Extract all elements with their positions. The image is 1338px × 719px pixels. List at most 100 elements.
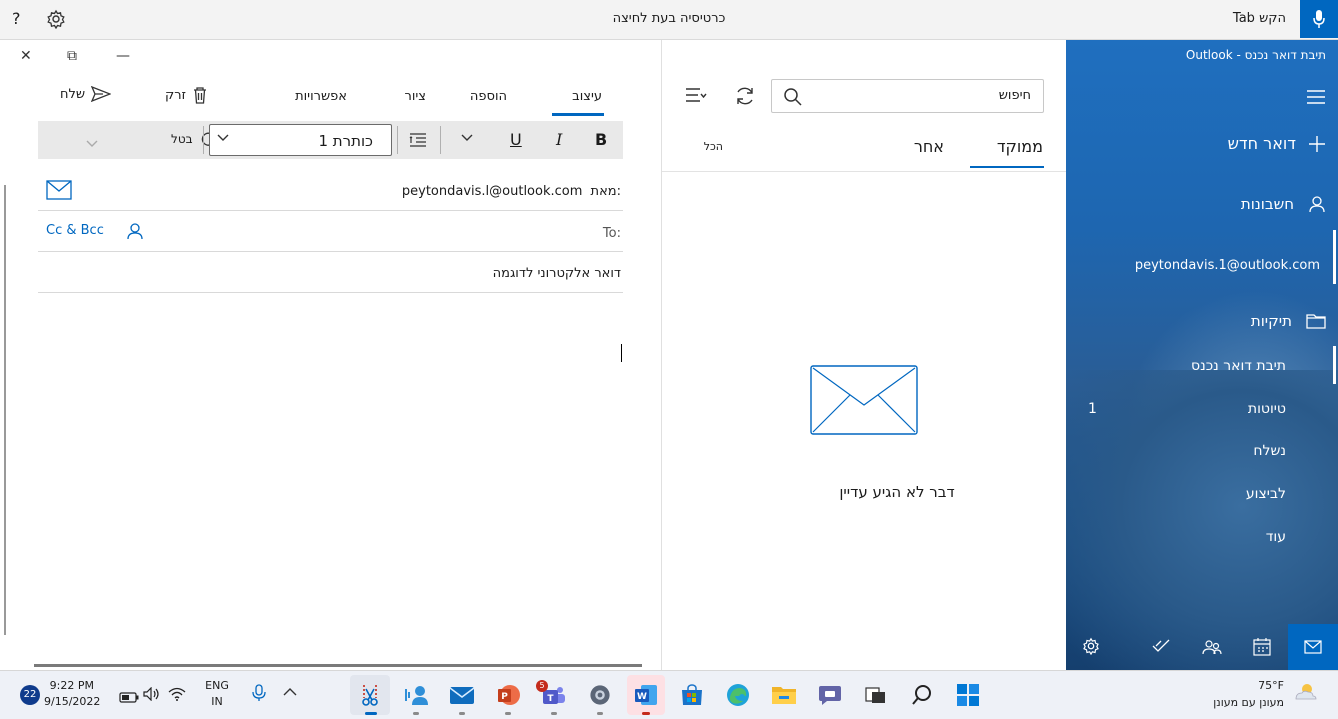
calendar-button[interactable] bbox=[1253, 638, 1271, 660]
search-icon[interactable] bbox=[783, 87, 803, 111]
horizontal-scrollbar[interactable] bbox=[34, 664, 642, 667]
powerpoint-app-button[interactable]: P bbox=[492, 679, 524, 711]
folder-sent[interactable]: נשלח bbox=[1253, 443, 1286, 459]
selection-indicator bbox=[1333, 346, 1336, 384]
tray-overflow-chevron-icon[interactable] bbox=[283, 686, 297, 700]
people-button[interactable] bbox=[1202, 638, 1222, 660]
heading-style-dropdown[interactable]: כותרת 1 bbox=[209, 124, 392, 156]
microphone-in-use-icon[interactable] bbox=[250, 684, 268, 706]
list-divider bbox=[662, 171, 1066, 172]
new-mail-button[interactable]: דואר חדש bbox=[1228, 134, 1326, 153]
clock-date[interactable]: 9/15/2022 bbox=[44, 695, 100, 708]
to-label: To: bbox=[602, 226, 621, 241]
message-body[interactable] bbox=[38, 300, 623, 650]
input-language-top[interactable]: ENG bbox=[205, 679, 229, 692]
settings-app-button[interactable] bbox=[584, 679, 616, 711]
folder-todo[interactable]: לביצוע bbox=[1246, 486, 1286, 502]
font-options-dropdown[interactable] bbox=[461, 131, 473, 145]
minimize-window-button[interactable]: — bbox=[116, 48, 130, 64]
tab-options[interactable]: אפשרויות bbox=[295, 89, 347, 104]
input-language-bottom[interactable]: IN bbox=[205, 695, 229, 708]
snipping-tool-button[interactable] bbox=[354, 679, 386, 711]
taskbar-search-button[interactable] bbox=[906, 679, 938, 711]
subject-input[interactable]: דואר אלקטרוני לדוגמה bbox=[493, 266, 621, 281]
underline-button[interactable]: U bbox=[510, 130, 522, 149]
weather-icon[interactable] bbox=[1292, 681, 1318, 707]
scissors-icon bbox=[362, 685, 378, 706]
sync-icon bbox=[737, 87, 753, 105]
notification-count-badge[interactable]: 22 bbox=[20, 685, 40, 705]
tab-draw[interactable]: ציור bbox=[405, 89, 427, 104]
folder-more[interactable]: עוד bbox=[1266, 529, 1286, 545]
tab-other[interactable]: אחר bbox=[914, 137, 944, 156]
folder-drafts[interactable]: טיוטות bbox=[1248, 401, 1286, 417]
task-view-icon bbox=[865, 687, 885, 703]
from-field: peytondavis.l@outlook.com מאת: bbox=[402, 184, 621, 199]
settings-button[interactable] bbox=[1082, 637, 1100, 659]
wifi-icon[interactable] bbox=[168, 686, 186, 705]
field-divider bbox=[38, 251, 623, 252]
windows-logo-icon bbox=[957, 684, 979, 706]
bold-button[interactable]: B bbox=[595, 130, 607, 149]
accounts-button[interactable]: חשבונות bbox=[1241, 195, 1326, 213]
chat-icon bbox=[819, 686, 841, 705]
tab-format[interactable]: עיצוב bbox=[572, 89, 602, 104]
weather-description[interactable]: מעונן עם מעונן bbox=[1213, 696, 1284, 709]
search-icon bbox=[912, 685, 931, 705]
discard-label: זרק bbox=[165, 87, 187, 103]
folder-inbox[interactable]: תיבת דואר נכנס bbox=[1191, 358, 1286, 374]
send-icon bbox=[91, 86, 112, 102]
clock-time[interactable]: 9:22 PM bbox=[44, 679, 94, 692]
filter-all[interactable]: הכל bbox=[704, 140, 723, 153]
mail-switch-button[interactable] bbox=[1288, 624, 1338, 670]
vertical-scrollbar[interactable] bbox=[4, 185, 6, 635]
search-placeholder: חיפוש bbox=[998, 88, 1031, 103]
mail-app-button[interactable] bbox=[446, 679, 478, 711]
contact-picker-button[interactable] bbox=[126, 222, 144, 244]
from-value: peytondavis.l@outlook.com bbox=[401, 184, 583, 199]
running-app-indicator bbox=[597, 712, 603, 715]
folders-button[interactable]: תיקיות bbox=[1251, 312, 1326, 330]
empty-mailbox-icon bbox=[810, 365, 918, 439]
toolbar-separator bbox=[440, 126, 441, 154]
chat-app-button[interactable] bbox=[814, 679, 846, 711]
tab-focused[interactable]: ממוקד bbox=[997, 137, 1043, 156]
keyboard-bar-title: כרטיסיה בעת לחיצה bbox=[612, 11, 726, 26]
cc-bcc-button[interactable]: Cc & Bcc bbox=[46, 223, 104, 238]
filter-button[interactable] bbox=[685, 86, 707, 108]
more-options-dropdown[interactable] bbox=[86, 133, 98, 152]
to-input[interactable] bbox=[80, 221, 540, 243]
send-button[interactable]: שלח bbox=[60, 86, 112, 102]
start-button[interactable] bbox=[952, 679, 984, 711]
edge-browser-button[interactable] bbox=[722, 679, 754, 711]
microsoft-store-button[interactable] bbox=[676, 679, 708, 711]
volume-icon[interactable] bbox=[143, 686, 161, 705]
sync-button[interactable] bbox=[734, 85, 756, 111]
person-icon bbox=[1309, 196, 1325, 213]
file-explorer-button[interactable] bbox=[768, 679, 800, 711]
restore-window-button[interactable]: ⧉ bbox=[67, 48, 77, 64]
gear-icon bbox=[47, 9, 65, 30]
voice-access-button[interactable] bbox=[400, 679, 432, 711]
paragraph-format-button[interactable] bbox=[408, 131, 428, 153]
task-view-button[interactable] bbox=[860, 679, 892, 711]
tab-insert[interactable]: הוספה bbox=[470, 89, 507, 104]
account-email[interactable]: peytondavis.1@outlook.com bbox=[1135, 258, 1320, 273]
word-app-button[interactable]: W bbox=[630, 679, 662, 711]
weather-temperature[interactable]: 75°F bbox=[1258, 679, 1284, 692]
close-window-button[interactable]: ✕ bbox=[20, 48, 32, 64]
todo-button[interactable] bbox=[1152, 638, 1170, 658]
italic-button[interactable]: I bbox=[556, 130, 562, 149]
from-account-button[interactable] bbox=[46, 180, 72, 204]
window-title: תיבת דואר נכנס - Outlook bbox=[1185, 48, 1326, 62]
discard-button[interactable]: זרק bbox=[165, 86, 208, 104]
help-icon[interactable]: ? bbox=[12, 9, 21, 28]
chevron-down-icon bbox=[86, 140, 98, 147]
battery-icon[interactable] bbox=[119, 688, 139, 707]
send-label: שלח bbox=[60, 86, 86, 102]
toolbar-separator bbox=[397, 126, 398, 154]
store-icon bbox=[682, 684, 702, 705]
search-input[interactable]: חיפוש bbox=[771, 79, 1044, 113]
hamburger-menu-button[interactable] bbox=[1307, 89, 1325, 108]
keyboard-settings-button[interactable] bbox=[46, 9, 66, 33]
